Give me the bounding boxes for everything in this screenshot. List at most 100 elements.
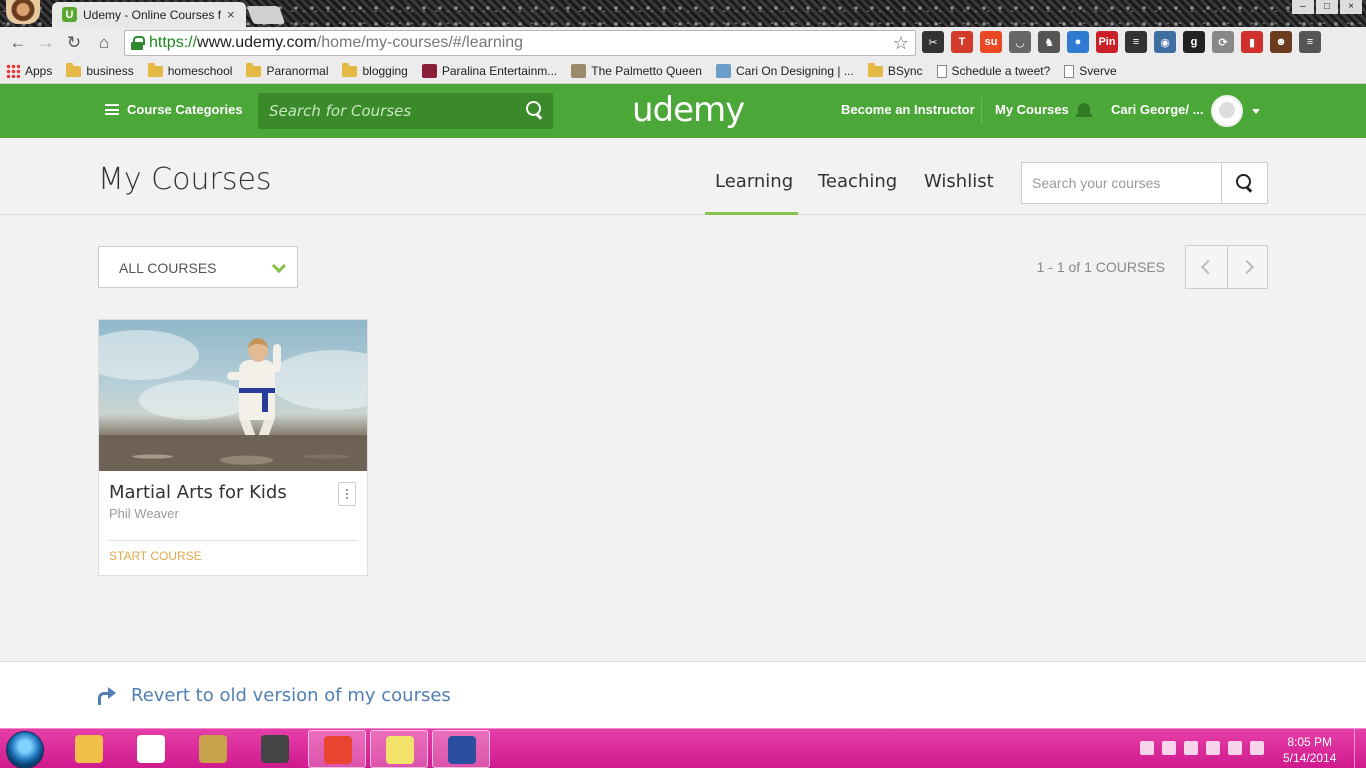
taskbar-app-button[interactable] bbox=[184, 730, 242, 768]
course-thumbnail[interactable] bbox=[99, 320, 367, 471]
chevron-down-icon bbox=[271, 258, 287, 274]
show-desktop-button[interactable] bbox=[1354, 729, 1366, 768]
tab-learning[interactable]: Learning bbox=[715, 171, 793, 192]
taskbar-app-button[interactable] bbox=[308, 730, 366, 768]
usb-icon[interactable] bbox=[1184, 741, 1198, 755]
footer-bar: Revert to old version of my courses bbox=[0, 661, 1366, 728]
goodreads-icon[interactable]: g bbox=[1183, 31, 1205, 53]
bookmark-item[interactable]: Paranormal bbox=[246, 62, 328, 78]
windows-taskbar: 8:05 PM 5/14/2014 bbox=[0, 728, 1366, 768]
course-instructor: Phil Weaver bbox=[109, 506, 179, 521]
extension-icons: ✂ Tsu ◡ ♞ ● Pin ≡ ◉ g ⟳ ▮ ☻ ≡ bbox=[922, 31, 1321, 53]
course-title[interactable]: Martial Arts for Kids bbox=[109, 482, 287, 503]
browser-tab-udemy[interactable]: U Udemy - Online Courses f × bbox=[52, 2, 246, 27]
cloud-shape bbox=[269, 350, 367, 410]
chrome-menu-icon[interactable]: ≡ bbox=[1299, 31, 1321, 53]
prev-page-button[interactable] bbox=[1186, 246, 1227, 288]
site-icon bbox=[715, 64, 731, 78]
bookmark-item[interactable]: Cari On Designing | ... bbox=[715, 64, 854, 78]
action-center-icon[interactable] bbox=[1162, 741, 1176, 755]
start-course-link[interactable]: START COURSE bbox=[109, 549, 202, 563]
stumbleupon-icon[interactable]: su bbox=[980, 31, 1002, 53]
bookmark-item[interactable]: business bbox=[66, 62, 134, 78]
bookmark-item[interactable]: Apps bbox=[6, 64, 52, 78]
tab-wishlist[interactable]: Wishlist bbox=[924, 171, 994, 192]
notification-bell-icon[interactable] bbox=[1076, 102, 1092, 120]
course-search-input[interactable] bbox=[258, 93, 518, 129]
start-button-icon[interactable] bbox=[6, 731, 44, 768]
home-icon[interactable]: ⌂ bbox=[94, 33, 114, 53]
forward-arrow-icon[interactable]: → bbox=[36, 33, 56, 53]
page-icon bbox=[936, 64, 947, 78]
back-arrow-icon[interactable]: ← bbox=[8, 33, 28, 53]
bookmark-item[interactable]: homeschool bbox=[147, 62, 232, 78]
taskbar-app-button[interactable] bbox=[246, 730, 304, 768]
buffer-icon[interactable]: ≡ bbox=[1125, 31, 1147, 53]
reload-icon[interactable]: ↻ bbox=[64, 33, 84, 53]
avatar-ext-icon[interactable]: ☻ bbox=[1270, 31, 1292, 53]
tray-arrow-icon[interactable] bbox=[1140, 741, 1154, 755]
taskbar-app-button[interactable] bbox=[370, 730, 428, 768]
course-card[interactable]: Martial Arts for Kids Phil Weaver START … bbox=[98, 319, 368, 576]
signal-icon[interactable] bbox=[1206, 741, 1220, 755]
my-courses-search-input[interactable] bbox=[1022, 163, 1222, 203]
profile-avatar-icon[interactable] bbox=[6, 0, 40, 24]
my-courses-search-button[interactable] bbox=[1221, 163, 1267, 203]
bookmark-item[interactable]: Schedule a tweet? bbox=[936, 64, 1050, 78]
revert-old-version-link[interactable]: Revert to old version of my courses bbox=[131, 685, 451, 706]
page-icon bbox=[1064, 64, 1075, 78]
bookmark-item[interactable]: BSync bbox=[867, 62, 923, 78]
bookmark-red-icon[interactable]: ▮ bbox=[1241, 31, 1263, 53]
sync-icon[interactable]: ⟳ bbox=[1212, 31, 1234, 53]
dropbox-icon[interactable] bbox=[1250, 741, 1264, 755]
filter-label: ALL COURSES bbox=[119, 260, 217, 276]
cloud-shape bbox=[99, 330, 199, 380]
course-options-kebab-icon[interactable] bbox=[338, 482, 356, 506]
taskbar-app-button[interactable] bbox=[432, 730, 490, 768]
url-text: https://www.udemy.com/home/my-courses/#/… bbox=[149, 34, 523, 52]
tweetdeck-icon[interactable]: T bbox=[951, 31, 973, 53]
pocket-icon[interactable]: ◡ bbox=[1009, 31, 1031, 53]
new-tab-button[interactable] bbox=[246, 6, 286, 24]
course-filter-dropdown[interactable]: ALL COURSES bbox=[98, 246, 298, 288]
owl-icon[interactable]: ◉ bbox=[1154, 31, 1176, 53]
browser-tab-strip: U Udemy - Online Courses f × – □ × bbox=[0, 0, 1366, 27]
minimize-button[interactable]: – bbox=[1292, 0, 1314, 14]
volume-icon[interactable] bbox=[1228, 741, 1242, 755]
bookmark-star-icon[interactable]: ☆ bbox=[893, 33, 909, 54]
taskbar-app-button[interactable] bbox=[122, 730, 180, 768]
my-courses-link[interactable]: My Courses bbox=[995, 102, 1069, 117]
bookmark-item[interactable]: Paralina Entertainm... bbox=[421, 64, 557, 78]
search-icon[interactable] bbox=[526, 101, 544, 119]
address-bar[interactable]: https://www.udemy.com/home/my-courses/#/… bbox=[124, 30, 916, 56]
maximize-button[interactable]: □ bbox=[1316, 0, 1338, 14]
user-name[interactable]: Cari George/ ... bbox=[1111, 102, 1203, 117]
my-courses-subheader: My Courses Learning Teaching Wishlist bbox=[0, 138, 1366, 215]
scissors-icon[interactable]: ✂ bbox=[922, 31, 944, 53]
taskbar-app-button[interactable] bbox=[60, 730, 118, 768]
close-window-button[interactable]: × bbox=[1340, 0, 1362, 14]
next-page-button[interactable] bbox=[1226, 246, 1267, 288]
course-count: 1 - 1 of 1 COURSES bbox=[1036, 259, 1165, 275]
bookmark-item[interactable]: The Palmetto Queen bbox=[571, 64, 702, 78]
system-clock[interactable]: 8:05 PM 5/14/2014 bbox=[1283, 734, 1336, 766]
bookmark-item[interactable]: blogging bbox=[342, 62, 408, 78]
course-search-box bbox=[258, 93, 553, 129]
bookmark-label: The Palmetto Queen bbox=[591, 64, 702, 78]
pinterest-icon[interactable]: Pin bbox=[1096, 31, 1118, 53]
evernote-icon[interactable]: ♞ bbox=[1038, 31, 1060, 53]
share-arrow-icon bbox=[98, 687, 116, 705]
udemy-logo[interactable]: udemy bbox=[632, 90, 745, 130]
url-scheme: https:// bbox=[149, 34, 198, 51]
user-menu-caret-icon[interactable] bbox=[1252, 109, 1260, 114]
url-host: www.udemy.com bbox=[197, 34, 317, 51]
user-avatar[interactable] bbox=[1211, 95, 1243, 127]
become-instructor-link[interactable]: Become an Instructor bbox=[841, 102, 975, 117]
clock-date: 5/14/2014 bbox=[1283, 751, 1337, 765]
course-categories-button[interactable]: Course Categories bbox=[105, 102, 243, 117]
tab-teaching[interactable]: Teaching bbox=[818, 171, 897, 192]
search-icon bbox=[1236, 174, 1254, 192]
bookmark-item[interactable]: Sverve bbox=[1064, 64, 1117, 78]
pushbullet-icon[interactable]: ● bbox=[1067, 31, 1089, 53]
tab-close-icon[interactable]: × bbox=[227, 7, 235, 22]
